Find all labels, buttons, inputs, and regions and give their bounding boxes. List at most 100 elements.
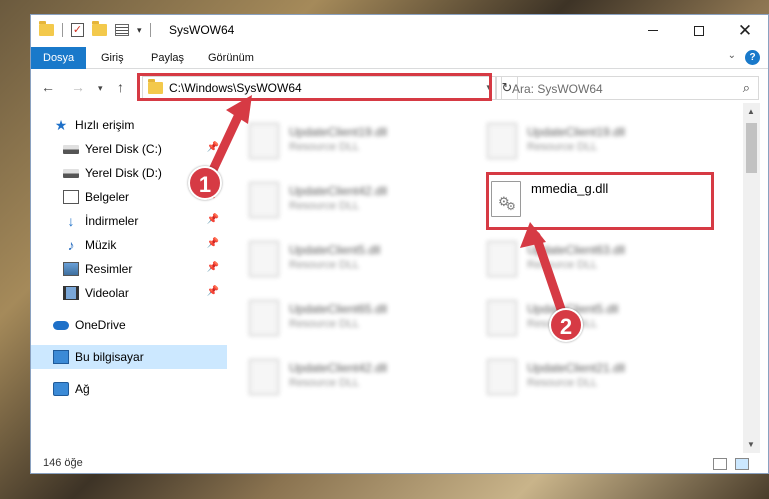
file-type: Resource DLL: [289, 200, 360, 212]
file-name: UpdateClient19.dll: [289, 125, 388, 139]
file-type: Resource DLL: [289, 259, 360, 271]
sidebar-item-videos[interactable]: Videolar 📌: [31, 281, 227, 305]
sidebar-item-onedrive[interactable]: OneDrive: [31, 313, 227, 337]
file-item[interactable]: UpdateClient5.dll Resource DLL: [477, 290, 707, 340]
sidebar-item-disk-c[interactable]: Yerel Disk (C:) 📌: [31, 137, 227, 161]
dll-file-icon: [249, 359, 279, 395]
folder-icon: [39, 21, 54, 36]
window-controls: ✕: [630, 15, 768, 46]
file-item[interactable]: UpdateClient21.dll Resource DLL: [477, 349, 707, 399]
window-title: SysWOW64: [169, 23, 235, 37]
minimize-icon: [648, 30, 658, 31]
properties-icon[interactable]: [115, 24, 129, 36]
file-item[interactable]: UpdateClient19.dll Resource DLL: [477, 113, 707, 163]
dll-file-icon: [487, 123, 517, 159]
file-item[interactable]: UpdateClient5.dll Resource DLL: [239, 231, 469, 281]
ribbon: Dosya Giriş Paylaş Görünüm ⌄ ?: [31, 47, 768, 69]
sidebar-item-pictures[interactable]: Resimler 📌: [31, 257, 227, 281]
sidebar-item-label: Belgeler: [85, 190, 130, 204]
sidebar-item-label: Hızlı erişim: [75, 118, 135, 132]
properties-check-icon[interactable]: ✓: [71, 23, 84, 37]
customize-dropdown-icon[interactable]: ▾: [137, 25, 142, 36]
computer-icon: [53, 350, 69, 364]
file-type: Resource DLL: [527, 259, 598, 271]
pin-icon: 📌: [206, 238, 219, 249]
file-name: UpdateClient21.dll: [527, 361, 626, 375]
documents-icon: [63, 190, 79, 204]
minimize-button[interactable]: [630, 15, 676, 46]
scroll-up-icon[interactable]: ▲: [747, 107, 755, 116]
drive-icon: [63, 168, 79, 178]
file-item[interactable]: UpdateClient19.dll Resource DLL: [239, 113, 469, 163]
file-type: Resource DLL: [289, 377, 360, 389]
sidebar-item-label: Videolar: [85, 286, 129, 300]
file-list: UpdateClient19.dll Resource DLL UpdateCl…: [239, 103, 743, 453]
file-type: Resource DLL: [527, 141, 598, 153]
title-bar: ✓ ▾ SysWOW64 ✕: [31, 15, 768, 46]
step-one-badge: 1: [188, 166, 222, 200]
network-icon: [53, 382, 69, 396]
file-item[interactable]: UpdateClient42.dll Resource DLL: [239, 349, 469, 399]
file-name: UpdateClient42.dll: [289, 184, 388, 198]
file-name: UpdateClient63.dll: [527, 243, 626, 257]
file-highlight: [486, 172, 714, 230]
tab-view[interactable]: Görünüm: [208, 47, 254, 69]
expand-ribbon-icon[interactable]: ⌄: [728, 50, 736, 61]
scroll-thumb[interactable]: [746, 123, 757, 173]
pictures-icon: [63, 262, 79, 276]
file-type: Resource DLL: [527, 377, 598, 389]
forward-arrow-icon[interactable]: →: [71, 79, 85, 95]
large-icons-view-icon[interactable]: [735, 458, 749, 470]
up-arrow-icon[interactable]: ↑: [117, 79, 124, 95]
item-count: 146 öğe: [43, 457, 83, 469]
sidebar-item-music[interactable]: ♪ Müzik 📌: [31, 233, 227, 257]
file-name: UpdateClient5.dll: [289, 243, 381, 257]
tab-share[interactable]: Paylaş: [151, 47, 184, 69]
close-button[interactable]: ✕: [722, 15, 768, 46]
search-placeholder: Ara: SysWOW64: [512, 82, 603, 96]
vertical-scrollbar[interactable]: ▲ ▼: [743, 103, 760, 453]
file-type: Resource DLL: [289, 141, 360, 153]
details-view-icon[interactable]: [713, 458, 727, 470]
videos-icon: [63, 286, 79, 300]
dll-file-icon: [249, 123, 279, 159]
sidebar-item-network[interactable]: Ağ: [31, 377, 227, 401]
dll-file-icon: [487, 241, 517, 277]
dll-file-icon: [249, 241, 279, 277]
new-folder-icon[interactable]: [92, 21, 107, 36]
sidebar-item-quick-access[interactable]: ★ Hızlı erişim: [31, 113, 227, 137]
sidebar-item-this-pc[interactable]: Bu bilgisayar: [31, 345, 227, 369]
pin-icon: 📌: [206, 214, 219, 225]
help-icon[interactable]: ?: [745, 50, 760, 65]
back-arrow-icon[interactable]: ←: [41, 79, 55, 95]
recent-dropdown-icon[interactable]: ▾: [98, 83, 103, 94]
file-name: UpdateClient19.dll: [527, 125, 626, 139]
maximize-button[interactable]: [676, 15, 722, 46]
file-item[interactable]: UpdateClient65.dll Resource DLL: [239, 290, 469, 340]
sidebar-item-downloads[interactable]: ↓ İndirmeler 📌: [31, 209, 227, 233]
search-icon[interactable]: ⌕: [743, 80, 750, 96]
pin-icon: 📌: [206, 142, 219, 153]
music-icon: ♪: [67, 237, 75, 253]
sidebar-item-label: Yerel Disk (D:): [85, 166, 162, 180]
sidebar-item-label: İndirmeler: [85, 214, 139, 228]
scroll-down-icon[interactable]: ▼: [747, 440, 755, 449]
sidebar-item-label: OneDrive: [75, 318, 126, 332]
tab-file[interactable]: Dosya: [31, 47, 87, 69]
sidebar-item-label: Müzik: [85, 238, 117, 252]
tab-home[interactable]: Giriş: [101, 47, 124, 69]
downloads-icon: ↓: [67, 213, 75, 229]
close-icon: ✕: [737, 20, 753, 40]
navigation-pane: ★ Hızlı erişim Yerel Disk (C:) 📌 Yerel D…: [31, 113, 227, 453]
divider: [149, 23, 151, 37]
file-type: Resource DLL: [289, 318, 360, 330]
status-bar: 146 öğe: [31, 453, 768, 475]
dll-file-icon: [249, 300, 279, 336]
file-name: UpdateClient65.dll: [289, 302, 388, 316]
file-item[interactable]: UpdateClient42.dll Resource DLL: [239, 172, 469, 222]
sidebar-item-label: Yerel Disk (C:): [85, 142, 162, 156]
search-box[interactable]: Ara: SysWOW64 ⌕: [501, 76, 759, 100]
onedrive-icon: [53, 320, 69, 330]
sidebar-item-label: Resimler: [85, 262, 133, 276]
file-item[interactable]: UpdateClient63.dll Resource DLL: [477, 231, 707, 281]
